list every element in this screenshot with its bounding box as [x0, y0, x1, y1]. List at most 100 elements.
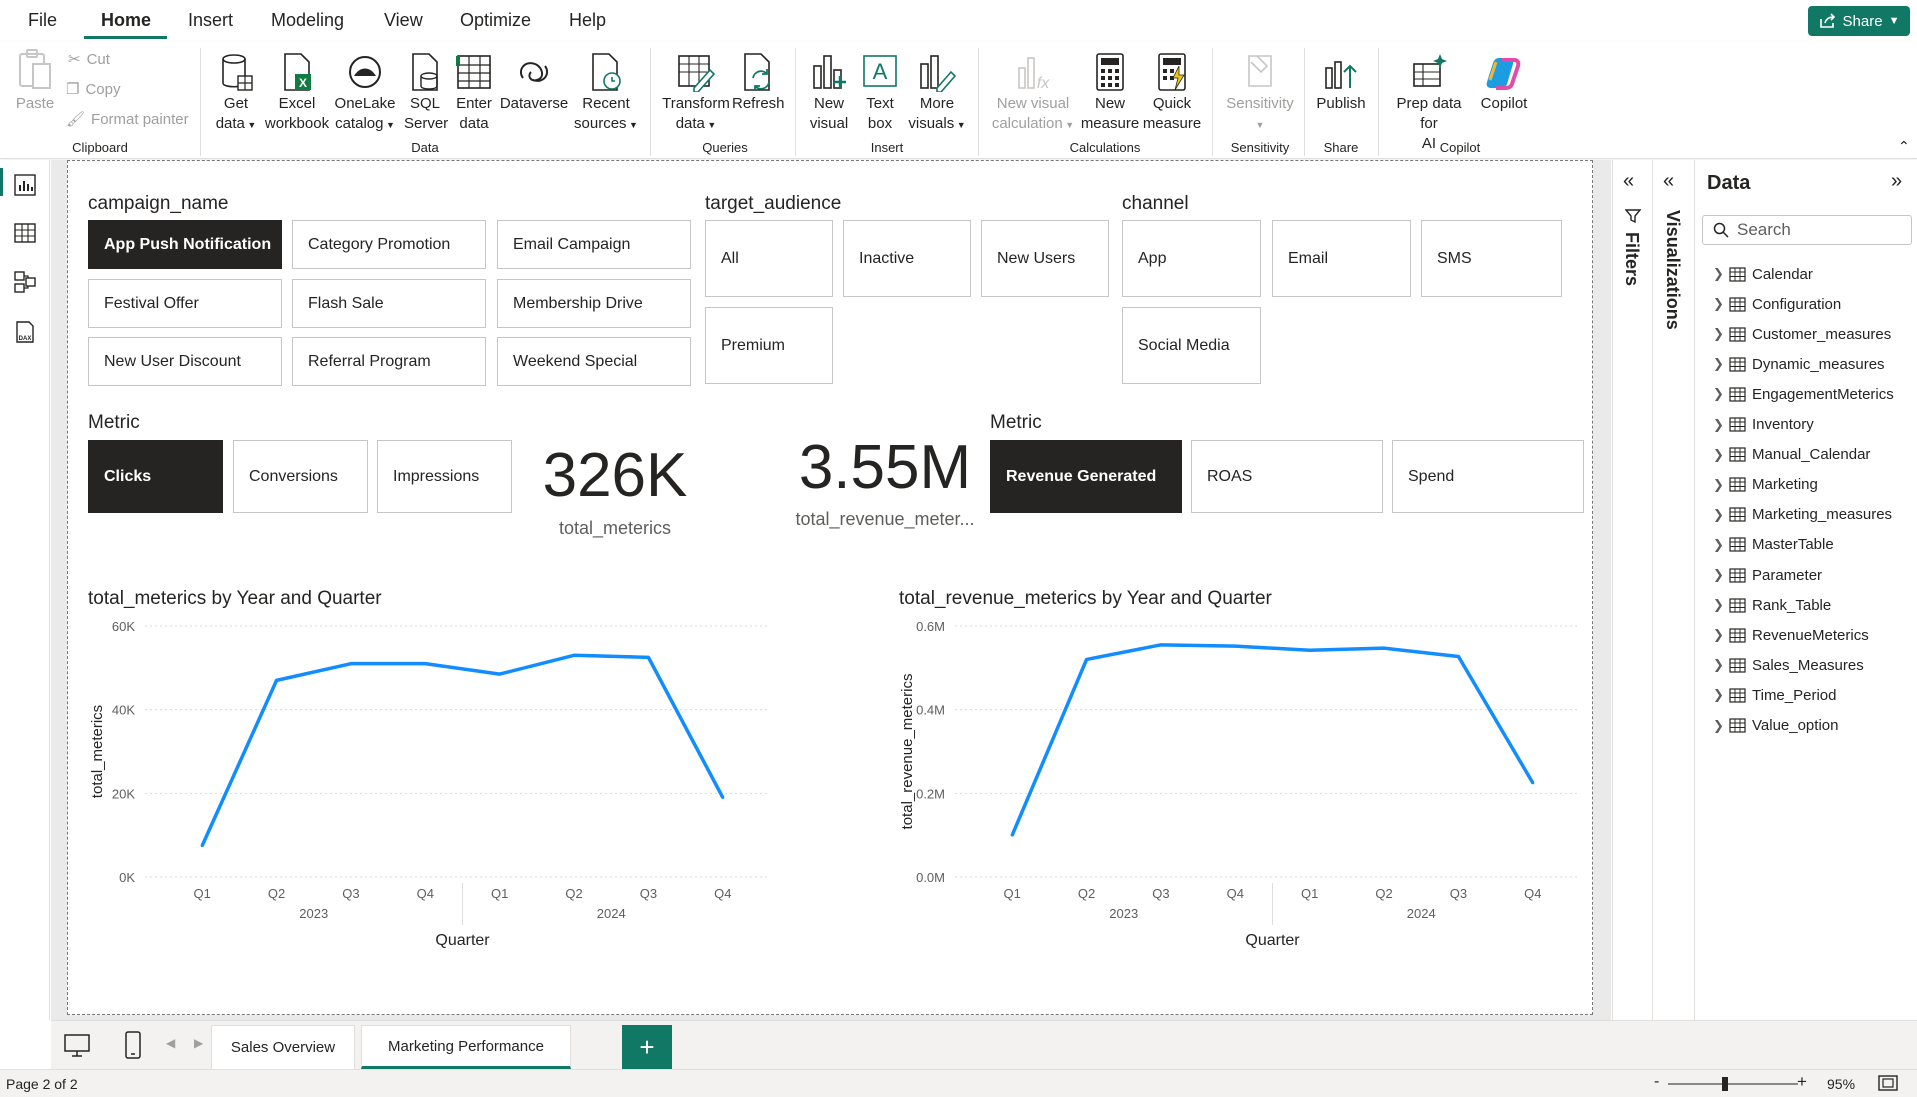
chevron-right-icon[interactable]: ❯ — [1713, 657, 1724, 673]
channel-tile[interactable]: Social Media — [1122, 307, 1261, 384]
new-visual-button[interactable]: New visual — [806, 52, 852, 134]
collapse-ribbon-icon[interactable]: ⌃ — [1898, 138, 1910, 155]
chevron-right-icon[interactable]: ❯ — [1713, 567, 1724, 583]
table-item[interactable]: ❯ Inventory — [1713, 413, 1814, 437]
channel-tile[interactable]: App — [1122, 220, 1261, 297]
chevron-right-icon[interactable]: ❯ — [1713, 627, 1724, 643]
new-visual-calculation-button[interactable]: fx New visual calculation ▼ — [990, 52, 1076, 135]
menu-help[interactable]: Help — [569, 10, 606, 31]
copy-button[interactable]: ❐ Copy — [66, 80, 120, 99]
model-view-icon[interactable] — [13, 270, 37, 294]
copilot-button[interactable]: Copilot — [1474, 52, 1534, 114]
chevron-right-icon[interactable]: ❯ — [1713, 477, 1724, 493]
table-item[interactable]: ❯ Parameter — [1713, 563, 1822, 587]
zoom-out-button[interactable]: - — [1654, 1073, 1659, 1091]
filters-pane-label[interactable]: Filters — [1621, 232, 1642, 286]
quick-measure-button[interactable]: Quick measure — [1142, 52, 1202, 134]
campaign-tile[interactable]: New User Discount — [88, 337, 282, 386]
audience-tile[interactable]: Premium — [705, 307, 833, 384]
transform-data-button[interactable]: Transform data ▼ — [660, 52, 732, 135]
publish-button[interactable]: Publish — [1312, 52, 1370, 114]
chevron-right-icon[interactable]: ❯ — [1713, 266, 1724, 282]
total-metrics-line-chart[interactable]: 0K 20K 40K 60K Q1 Q2 Q3 Q4 Q1 Q2 Q3 Q4 2023 2024 Quart… — [80, 612, 780, 952]
campaign-tile[interactable]: Weekend Special — [497, 337, 691, 386]
cut-button[interactable]: ✂ Cut — [68, 50, 110, 69]
format-painter-button[interactable]: 🖌 Format painter — [66, 110, 189, 129]
menu-optimize[interactable]: Optimize — [460, 10, 531, 31]
zoom-slider-thumb[interactable] — [1722, 1077, 1728, 1091]
campaign-tile[interactable]: Email Campaign — [497, 220, 691, 269]
excel-workbook-button[interactable]: X Excel workbook — [262, 52, 332, 134]
chevron-right-icon[interactable]: ❯ — [1713, 417, 1724, 433]
get-data-button[interactable]: Get data ▼ — [212, 52, 260, 135]
chevron-right-icon[interactable]: ❯ — [1713, 356, 1724, 372]
recent-sources-button[interactable]: Recent sources ▼ — [574, 52, 638, 135]
expand-filters-icon[interactable]: « — [1623, 170, 1634, 193]
menu-modeling[interactable]: Modeling — [271, 10, 344, 31]
more-visuals-button[interactable]: More visuals ▼ — [906, 52, 968, 135]
audience-tile[interactable]: All — [705, 220, 833, 297]
channel-tile[interactable]: SMS — [1421, 220, 1562, 297]
metric-tile[interactable]: ROAS — [1191, 440, 1383, 513]
report-view-icon[interactable] — [13, 173, 37, 197]
desktop-layout-icon[interactable] — [64, 1034, 90, 1058]
dataverse-button[interactable]: Dataverse — [498, 52, 570, 114]
total-revenue-line-chart[interactable]: 0.0M 0.2M 0.4M 0.6M Q1 Q2 Q3 Q4 Q1 Q2 Q3 Q4 2023 2024… — [890, 612, 1590, 952]
collapse-data-pane-icon[interactable]: » — [1891, 170, 1902, 193]
table-item[interactable]: ❯ Configuration — [1713, 292, 1841, 316]
chevron-right-icon[interactable]: ❯ — [1713, 447, 1724, 463]
search-input[interactable] — [1737, 220, 1897, 240]
campaign-tile[interactable]: App Push Notification — [88, 220, 282, 269]
table-item[interactable]: ❯ Rank_Table — [1713, 593, 1831, 617]
table-item[interactable]: ❯ MasterTable — [1713, 533, 1834, 557]
campaign-tile[interactable]: Referral Program — [292, 337, 486, 386]
table-item[interactable]: ❯ RevenueMeterics — [1713, 623, 1869, 647]
table-item[interactable]: ❯ Time_Period — [1713, 683, 1836, 707]
chevron-right-icon[interactable]: ❯ — [1713, 537, 1724, 553]
text-box-button[interactable]: A Text box — [858, 52, 902, 134]
table-item[interactable]: ❯ Calendar — [1713, 262, 1813, 286]
chevron-right-icon[interactable]: ❯ — [1713, 296, 1724, 312]
zoom-in-button[interactable]: + — [1797, 1072, 1807, 1092]
scroll-right-icon[interactable]: ▶ — [194, 1036, 203, 1050]
paste-button[interactable]: Paste — [12, 48, 58, 114]
metric-tile[interactable]: Spend — [1392, 440, 1584, 513]
menu-insert[interactable]: Insert — [188, 10, 233, 31]
data-search-box[interactable] — [1702, 215, 1912, 245]
chevron-right-icon[interactable]: ❯ — [1713, 687, 1724, 703]
scroll-left-icon[interactable]: ◀ — [166, 1036, 175, 1050]
metric-tile[interactable]: Revenue Generated — [990, 440, 1182, 513]
table-view-icon[interactable] — [13, 221, 37, 245]
chevron-right-icon[interactable]: ❯ — [1713, 386, 1724, 402]
campaign-tile[interactable]: Membership Drive — [497, 279, 691, 328]
table-item[interactable]: ❯ Value_option — [1713, 714, 1838, 738]
campaign-tile[interactable]: Festival Offer — [88, 279, 282, 328]
table-item[interactable]: ❯ Sales_Measures — [1713, 653, 1864, 677]
chevron-right-icon[interactable]: ❯ — [1713, 507, 1724, 523]
new-measure-button[interactable]: New measure — [1080, 52, 1140, 134]
expand-visualizations-icon[interactable]: « — [1663, 170, 1674, 193]
sensitivity-button[interactable]: Sensitivity ▼ — [1220, 52, 1300, 135]
visualizations-pane-label[interactable]: Visualizations — [1662, 210, 1683, 330]
menu-view[interactable]: View — [384, 10, 423, 31]
mobile-layout-icon[interactable] — [125, 1031, 141, 1059]
table-item[interactable]: ❯ Marketing — [1713, 473, 1818, 497]
chevron-right-icon[interactable]: ❯ — [1713, 326, 1724, 342]
menu-home[interactable]: Home — [101, 10, 151, 31]
campaign-tile[interactable]: Category Promotion — [292, 220, 486, 269]
audience-tile[interactable]: New Users — [981, 220, 1109, 297]
metric-tile[interactable]: Conversions — [233, 440, 368, 513]
table-item[interactable]: ❯ Dynamic_measures — [1713, 352, 1885, 376]
onelake-catalog-button[interactable]: OneLake catalog ▼ — [332, 52, 398, 135]
audience-tile[interactable]: Inactive — [843, 220, 971, 297]
refresh-button[interactable]: Refresh — [732, 52, 785, 114]
chevron-right-icon[interactable]: ❯ — [1713, 718, 1724, 734]
campaign-tile[interactable]: Flash Sale — [292, 279, 486, 328]
share-button[interactable]: Share ▼ — [1808, 6, 1910, 36]
enter-data-button[interactable]: Enter data — [452, 52, 496, 134]
channel-tile[interactable]: Email — [1272, 220, 1411, 297]
sql-server-button[interactable]: SQL Server — [404, 52, 448, 134]
dax-query-view-icon[interactable]: DAX — [13, 320, 37, 344]
zoom-slider[interactable] — [1668, 1083, 1798, 1085]
metric-tile[interactable]: Clicks — [88, 440, 223, 513]
